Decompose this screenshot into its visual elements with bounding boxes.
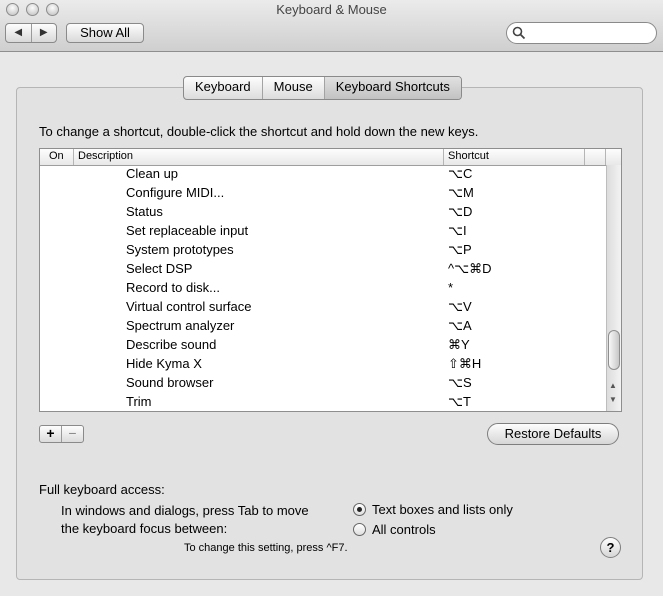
keyboard-access-description: In windows and dialogs, press Tab to mov… xyxy=(61,502,309,538)
tab-bar: Keyboard Mouse Keyboard Shortcuts xyxy=(183,76,462,100)
search-field[interactable] xyxy=(506,22,657,44)
row-description: Set replaceable input xyxy=(126,223,249,238)
scrollbar-thumb[interactable] xyxy=(608,330,620,370)
row-shortcut[interactable]: ⌥T xyxy=(448,394,471,410)
row-description: Record to disk... xyxy=(126,280,220,295)
row-description: Sound browser xyxy=(126,375,214,390)
row-shortcut[interactable]: ⇧⌘H xyxy=(448,356,481,372)
radio-selected-icon[interactable] xyxy=(353,503,366,516)
table-row[interactable]: Sound browser ⌥S xyxy=(40,374,606,393)
column-header-on[interactable]: On xyxy=(40,149,74,165)
tab-keyboard[interactable]: Keyboard xyxy=(184,77,263,99)
radio-label: All controls xyxy=(372,522,436,537)
keyboard-access-description-line-1: In windows and dialogs, press Tab to mov… xyxy=(61,503,309,518)
row-shortcut[interactable]: ⌥P xyxy=(448,242,472,258)
keyboard-access-description-line-2: the keyboard focus between: xyxy=(61,521,228,536)
table-rows: Clean up ⌥C Configure MIDI... ⌥M Status ⌥D … xyxy=(40,165,606,411)
table-row[interactable]: Trim ⌥T xyxy=(40,393,606,411)
row-shortcut[interactable]: * xyxy=(448,280,453,295)
table-row[interactable]: System prototypes ⌥P xyxy=(40,241,606,260)
remove-shortcut-button[interactable]: − xyxy=(62,426,83,442)
column-header-extra xyxy=(585,149,606,165)
table-row[interactable]: Set replaceable input ⌥I xyxy=(40,222,606,241)
radio-all-controls[interactable]: All controls xyxy=(353,522,436,537)
row-description: Describe sound xyxy=(126,337,217,352)
row-description: Clean up xyxy=(126,166,179,181)
add-shortcut-button[interactable]: + xyxy=(40,426,62,442)
tab-mouse[interactable]: Mouse xyxy=(263,77,325,99)
radio-text-boxes-and-lists[interactable]: Text boxes and lists only xyxy=(353,502,513,517)
forward-button[interactable]: ▶ xyxy=(32,24,57,42)
row-description: Spectrum analyzer xyxy=(126,318,235,333)
row-description: Virtual control surface xyxy=(126,299,252,314)
table-row[interactable]: Clean up ⌥C xyxy=(40,165,606,184)
table-row[interactable]: Spectrum analyzer ⌥A xyxy=(40,317,606,336)
window-title: Keyboard & Mouse xyxy=(276,2,387,17)
scroll-down-arrow-icon[interactable]: ▼ xyxy=(609,395,617,404)
table-row[interactable]: Describe sound ⌘Y xyxy=(40,336,606,355)
row-shortcut[interactable]: ⌥M xyxy=(448,185,474,201)
back-forward-control: ◀ ▶ xyxy=(5,23,57,43)
table-row[interactable]: Status ⌥D xyxy=(40,203,606,222)
keyboard-access-note: To change this setting, press ^F7. xyxy=(184,542,348,554)
table-row[interactable]: Hide Kyma X ⇧⌘H xyxy=(40,355,606,374)
row-description: Hide Kyma X xyxy=(126,356,202,371)
table-row[interactable]: Select DSP ^⌥⌘D xyxy=(40,260,606,279)
table-row[interactable]: Configure MIDI... ⌥M xyxy=(40,184,606,203)
back-button[interactable]: ◀ xyxy=(6,24,32,42)
column-header-shortcut[interactable]: Shortcut xyxy=(444,149,585,165)
instructions-text: To change a shortcut, double-click the s… xyxy=(39,124,479,139)
row-shortcut[interactable]: ⌘Y xyxy=(448,337,470,353)
row-shortcut[interactable]: ⌥A xyxy=(448,318,472,334)
title-bar: Keyboard & Mouse ◀ ▶ Show All xyxy=(0,0,663,52)
row-description: Configure MIDI... xyxy=(126,185,225,200)
table-row[interactable]: Virtual control surface ⌥V xyxy=(40,298,606,317)
restore-defaults-button[interactable]: Restore Defaults xyxy=(487,423,619,445)
search-icon xyxy=(512,26,526,40)
row-description: Status xyxy=(126,204,163,219)
radio-unselected-icon[interactable] xyxy=(353,523,366,536)
full-keyboard-access-heading: Full keyboard access: xyxy=(39,482,165,497)
help-button[interactable]: ? xyxy=(600,537,621,558)
scroll-up-arrow-icon[interactable]: ▲ xyxy=(609,381,617,390)
row-shortcut[interactable]: ⌥C xyxy=(448,166,472,182)
table-header: On Description Shortcut xyxy=(40,149,621,166)
radio-label: Text boxes and lists only xyxy=(372,502,513,517)
row-description: Trim xyxy=(126,394,152,409)
row-shortcut[interactable]: ⌥S xyxy=(448,375,472,391)
row-shortcut[interactable]: ⌥D xyxy=(448,204,472,220)
add-remove-control: + − xyxy=(39,425,84,443)
shortcuts-table[interactable]: On Description Shortcut Clean up ⌥C Confi… xyxy=(39,148,622,412)
show-all-button[interactable]: Show All xyxy=(66,23,144,43)
vertical-scrollbar[interactable]: ▲ ▼ xyxy=(606,165,621,411)
row-description: System prototypes xyxy=(126,242,234,257)
row-description: Select DSP xyxy=(126,261,193,276)
column-header-description[interactable]: Description xyxy=(74,149,444,165)
row-shortcut[interactable]: ⌥V xyxy=(448,299,472,315)
row-shortcut[interactable]: ⌥I xyxy=(448,223,467,239)
row-shortcut[interactable]: ^⌥⌘D xyxy=(448,261,491,277)
table-row[interactable]: Record to disk... * xyxy=(40,279,606,298)
tab-keyboard-shortcuts[interactable]: Keyboard Shortcuts xyxy=(324,77,461,99)
